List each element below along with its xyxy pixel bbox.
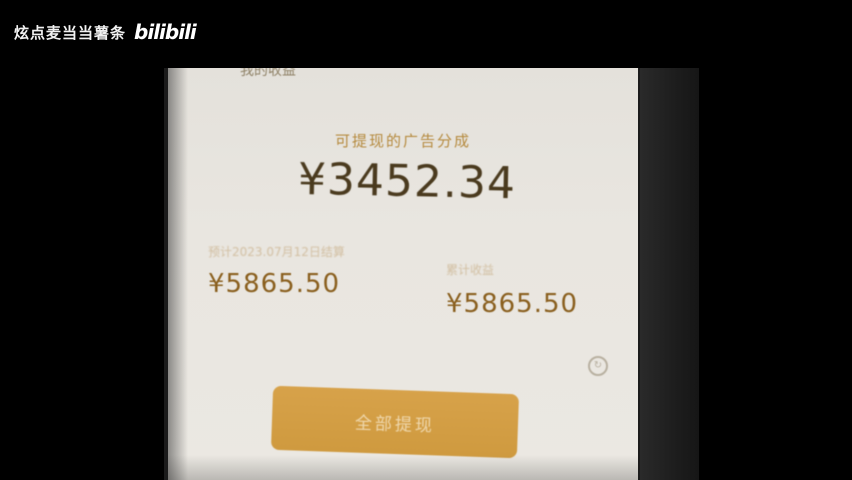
video-frame: 炫点麦当当薯条 bilibili 我的收益 可提现的广告分成 ¥3452.34 … [0, 0, 852, 480]
pending-settlement-value: ¥5865.50 [208, 269, 341, 299]
screen-shadow [168, 68, 188, 480]
screen-bottom-shade [168, 455, 638, 480]
withdrawable-label: 可提现的广告分成 [334, 132, 471, 150]
phone-edge [640, 68, 699, 480]
page-title: 我的收益 [240, 68, 296, 79]
channel-name: 炫点麦当当薯条 [14, 23, 127, 42]
pending-settlement-label: 预计2023.07月12日结算 [208, 245, 345, 259]
pending-settlement: 预计2023.07月12日结算 ¥5865.50 [208, 244, 388, 299]
bilibili-logo: bilibili [134, 20, 197, 44]
total-earnings: 累计收益 ¥5865.50 [446, 262, 616, 319]
withdraw-all-label: 全部提现 [354, 413, 436, 436]
phone-screen: 我的收益 可提现的广告分成 ¥3452.34 预计2023.07月12日结算 ¥… [168, 68, 638, 480]
total-earnings-value: ¥5865.50 [446, 289, 579, 319]
withdrawable-amount: ¥3452.34 [297, 153, 517, 210]
total-earnings-label: 累计收益 [446, 263, 495, 277]
refresh-icon[interactable]: ↻ [588, 356, 608, 376]
withdraw-all-button[interactable]: 全部提现 [270, 385, 520, 459]
bilibili-watermark: 炫点麦当当薯条 bilibili [14, 20, 197, 44]
